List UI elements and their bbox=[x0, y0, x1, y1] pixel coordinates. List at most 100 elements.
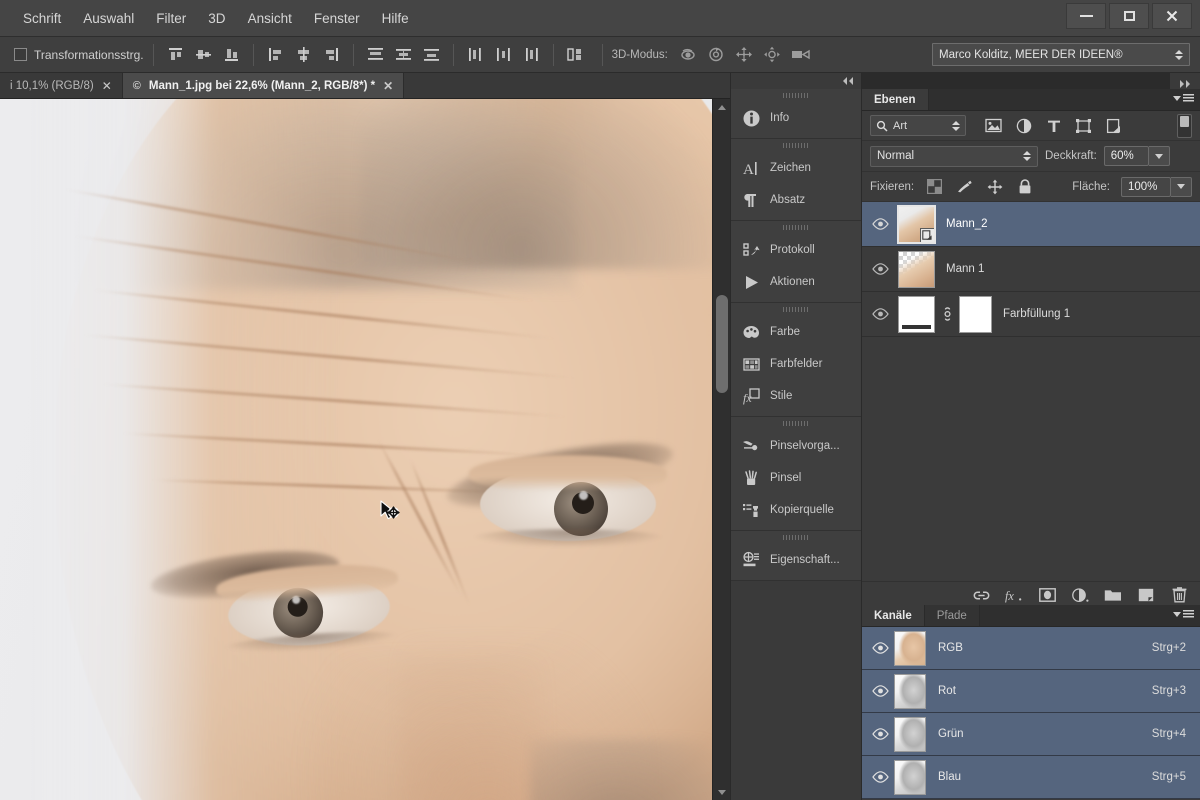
lock-transparent-pixels-icon[interactable] bbox=[925, 177, 944, 196]
fill-input[interactable]: 100% bbox=[1121, 176, 1171, 197]
dock-item-zeichen[interactable]: A Zeichen bbox=[731, 152, 861, 184]
menu-3d[interactable]: 3D bbox=[197, 0, 236, 37]
layer-thumbnail-cell[interactable] bbox=[894, 295, 992, 333]
table-row[interactable]: Rot Strg+3 bbox=[862, 670, 1200, 713]
layer-thumbnail-cell[interactable] bbox=[894, 204, 936, 244]
workspace-select[interactable]: Marco Kolditz, MEER DER IDEEN® bbox=[932, 43, 1190, 66]
slide-3d-icon[interactable] bbox=[760, 43, 785, 67]
table-row[interactable]: Grün Strg+4 bbox=[862, 713, 1200, 756]
roll-3d-icon[interactable] bbox=[704, 43, 729, 67]
layer-mask-thumbnail[interactable] bbox=[959, 295, 992, 333]
auto-align-layers-icon[interactable] bbox=[563, 43, 588, 67]
distribute-horizontal-centers-icon[interactable] bbox=[491, 43, 516, 67]
dock-item-pinselvorgaben[interactable]: Pinselvorga... bbox=[731, 430, 861, 462]
fill-stepper[interactable] bbox=[1171, 176, 1192, 197]
dock-item-pinsel[interactable]: Pinsel bbox=[731, 462, 861, 494]
tab-kanaele[interactable]: Kanäle bbox=[862, 605, 925, 626]
align-left-edges-icon[interactable] bbox=[263, 43, 288, 67]
delete-layer-icon[interactable] bbox=[1170, 586, 1188, 604]
filter-enable-toggle[interactable] bbox=[1177, 113, 1192, 138]
panel-grip[interactable] bbox=[731, 531, 861, 544]
layer-styles-fx-icon[interactable]: fx bbox=[1005, 586, 1023, 604]
menu-auswahl[interactable]: Auswahl bbox=[72, 0, 145, 37]
dock-item-kopierquelle[interactable]: Kopierquelle bbox=[731, 494, 861, 526]
layer-filter-type-select[interactable]: Art bbox=[870, 115, 966, 136]
drag-3d-icon[interactable] bbox=[732, 43, 757, 67]
table-row[interactable]: Mann 1 bbox=[862, 247, 1200, 292]
close-button[interactable] bbox=[1152, 3, 1192, 29]
dock-item-info[interactable]: Info bbox=[731, 102, 861, 134]
canvas-area[interactable] bbox=[0, 99, 730, 800]
transform-controls-checkbox[interactable] bbox=[14, 48, 27, 61]
dock-item-absatz[interactable]: Absatz bbox=[731, 184, 861, 216]
distribute-vertical-centers-icon[interactable] bbox=[391, 43, 416, 67]
new-layer-icon[interactable] bbox=[1137, 586, 1155, 604]
distribute-bottom-edges-icon[interactable] bbox=[419, 43, 444, 67]
align-bottom-edges-icon[interactable] bbox=[219, 43, 244, 67]
add-layer-mask-icon[interactable] bbox=[1038, 586, 1056, 604]
lock-image-pixels-icon[interactable] bbox=[955, 177, 974, 196]
menu-hilfe[interactable]: Hilfe bbox=[371, 0, 420, 37]
layer-visibility-toggle[interactable] bbox=[866, 218, 894, 230]
dock-item-farbe[interactable]: Farbe bbox=[731, 316, 861, 348]
tab-pfade[interactable]: Pfade bbox=[924, 605, 980, 626]
dock-item-protokoll[interactable]: Protokoll bbox=[731, 234, 861, 266]
document-tab-active[interactable]: © Mann_1.jpg bei 22,6% (Mann_2, RGB/8*) … bbox=[122, 73, 405, 98]
menu-schrift[interactable]: Schrift bbox=[12, 0, 72, 37]
align-top-edges-icon[interactable] bbox=[163, 43, 188, 67]
dock-item-eigenschaften[interactable]: Eigenschaft... bbox=[731, 544, 861, 576]
panel-grip[interactable] bbox=[731, 221, 861, 234]
panel-grip[interactable] bbox=[731, 89, 861, 102]
dock-item-aktionen[interactable]: Aktionen bbox=[731, 266, 861, 298]
scroll-up-button[interactable] bbox=[713, 99, 730, 115]
table-row[interactable]: Blau Strg+5 bbox=[862, 756, 1200, 799]
new-adjustment-layer-icon[interactable] bbox=[1071, 586, 1089, 604]
dock-item-farbfelder[interactable]: Farbfelder bbox=[731, 348, 861, 380]
minimize-button[interactable] bbox=[1066, 3, 1106, 29]
filter-type-icon[interactable] bbox=[1044, 116, 1063, 135]
align-vertical-centers-icon[interactable] bbox=[191, 43, 216, 67]
opacity-input[interactable]: 60% bbox=[1103, 146, 1149, 166]
distribute-right-edges-icon[interactable] bbox=[519, 43, 544, 67]
close-icon[interactable]: ✕ bbox=[102, 79, 112, 93]
table-row[interactable]: RGB Strg+2 bbox=[862, 627, 1200, 670]
canvas-vertical-scrollbar[interactable] bbox=[712, 99, 730, 800]
dock-item-stile[interactable]: fx Stile bbox=[731, 380, 861, 412]
table-row[interactable]: Mann_2 bbox=[862, 202, 1200, 247]
channel-visibility-toggle[interactable] bbox=[866, 685, 894, 697]
close-icon[interactable]: ✕ bbox=[383, 79, 393, 93]
channel-visibility-toggle[interactable] bbox=[866, 771, 894, 783]
table-row[interactable]: Farbfüllung 1 bbox=[862, 292, 1200, 337]
filter-adjustment-icon[interactable] bbox=[1014, 116, 1033, 135]
menu-filter[interactable]: Filter bbox=[145, 0, 197, 37]
lock-position-icon[interactable] bbox=[985, 177, 1004, 196]
link-mask-icon[interactable] bbox=[940, 306, 954, 322]
lock-all-icon[interactable] bbox=[1015, 177, 1034, 196]
scrollbar-thumb[interactable] bbox=[716, 295, 728, 393]
align-right-edges-icon[interactable] bbox=[319, 43, 344, 67]
tab-ebenen[interactable]: Ebenen bbox=[862, 89, 929, 110]
document-tab-inactive[interactable]: i 10,1% (RGB/8) ✕ bbox=[0, 73, 123, 98]
channel-visibility-toggle[interactable] bbox=[866, 642, 894, 654]
layer-thumbnail-cell[interactable] bbox=[894, 250, 935, 288]
channel-visibility-toggle[interactable] bbox=[866, 728, 894, 740]
layer-visibility-toggle[interactable] bbox=[866, 263, 894, 275]
layers-panel-menu-button[interactable] bbox=[1173, 94, 1194, 103]
scroll-down-button[interactable] bbox=[713, 784, 730, 800]
dock-collapse-button[interactable] bbox=[731, 73, 861, 89]
scale-3d-camera-icon[interactable] bbox=[788, 43, 813, 67]
channels-panel-menu-button[interactable] bbox=[1173, 610, 1194, 619]
blend-mode-select[interactable]: Normal bbox=[870, 145, 1038, 167]
link-layers-icon[interactable] bbox=[972, 586, 990, 604]
panel-grip[interactable] bbox=[731, 417, 861, 430]
distribute-left-edges-icon[interactable] bbox=[463, 43, 488, 67]
menu-ansicht[interactable]: Ansicht bbox=[237, 0, 303, 37]
menu-fenster[interactable]: Fenster bbox=[303, 0, 371, 37]
opacity-stepper[interactable] bbox=[1148, 146, 1170, 166]
panel-grip[interactable] bbox=[731, 139, 861, 152]
distribute-top-edges-icon[interactable] bbox=[363, 43, 388, 67]
layer-visibility-toggle[interactable] bbox=[866, 308, 894, 320]
panel-grip[interactable] bbox=[731, 303, 861, 316]
maximize-button[interactable] bbox=[1109, 3, 1149, 29]
filter-shape-icon[interactable] bbox=[1074, 116, 1093, 135]
